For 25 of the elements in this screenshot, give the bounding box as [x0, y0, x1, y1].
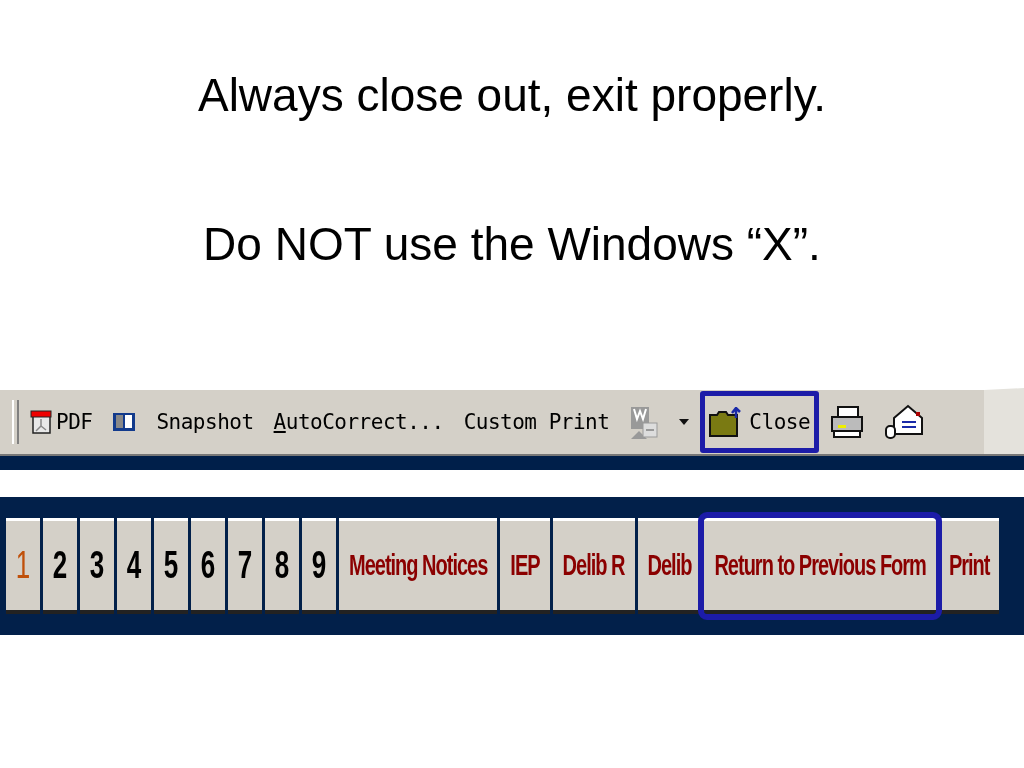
form-button[interactable]: 2	[43, 518, 77, 614]
form-button[interactable]: 3	[80, 518, 114, 614]
form-button[interactable]: 9	[302, 518, 336, 614]
form-button[interactable]: Delib R	[552, 518, 635, 614]
caret-icon	[679, 419, 690, 425]
form-button[interactable]: 7	[228, 518, 262, 614]
toolbar-button[interactable]: Custom Print	[454, 391, 619, 453]
form-button[interactable]: 5	[154, 518, 188, 614]
form-button[interactable]: IEP	[500, 518, 550, 614]
envelope-icon	[884, 404, 925, 440]
toolbar-grip	[12, 400, 19, 444]
toolbar-button[interactable]: Close	[700, 391, 820, 453]
document-icon	[30, 410, 52, 434]
slide-text: Always close out, exit properly.	[197, 68, 827, 122]
form-button[interactable]: 4	[117, 518, 151, 614]
book-icon	[112, 412, 137, 432]
toolbar-button[interactable]: AutoCorrect...	[264, 391, 453, 453]
slide-text: Do NOT use the Windows “X”.	[203, 217, 821, 271]
form-button[interactable]: Meeting Notices	[339, 518, 498, 614]
toolbar-button[interactable]: Snapshot	[147, 391, 263, 453]
chart-icon	[629, 405, 660, 439]
form-button[interactable]: 8	[265, 518, 299, 614]
form-button[interactable]: 6	[191, 518, 225, 614]
toolbar-button[interactable]: PDF	[21, 391, 102, 453]
printer-icon	[830, 405, 865, 439]
